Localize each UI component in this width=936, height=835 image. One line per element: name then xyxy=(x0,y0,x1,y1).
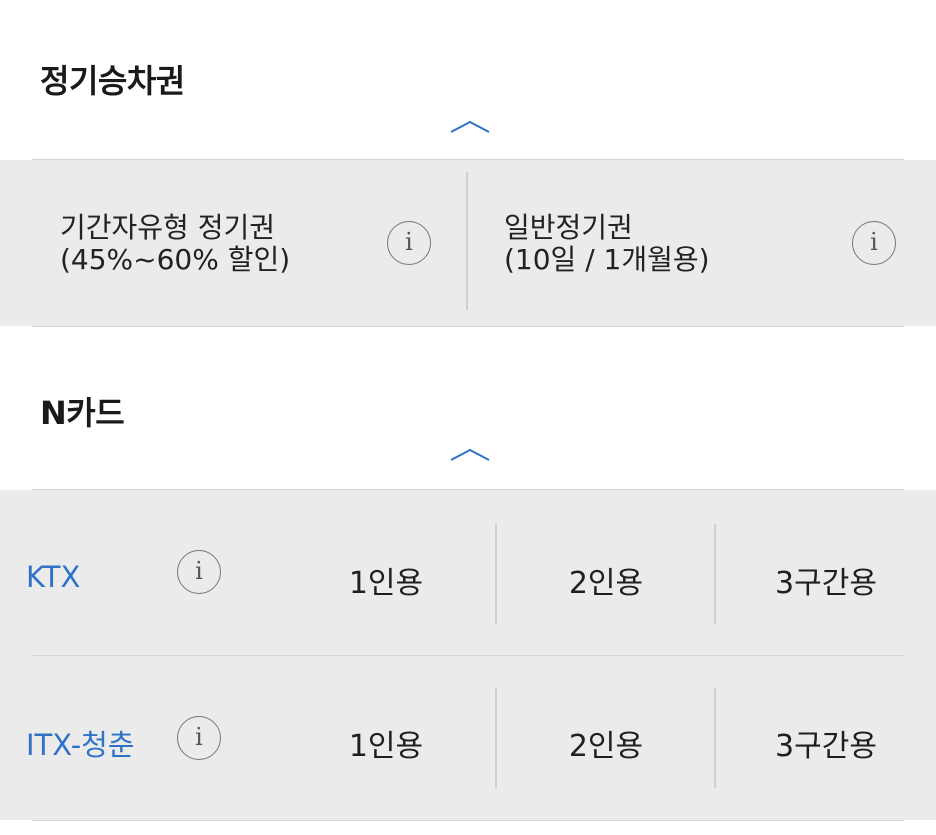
season-pass-options: 기간자유형 정기권 (45%~60% 할인) i 일반정기권 (10일 / 1개… xyxy=(0,160,936,326)
divider xyxy=(32,326,904,327)
collapse-n-card-chevron-up-icon[interactable] xyxy=(449,446,491,468)
season-pass-title: 정기승차권 xyxy=(40,62,185,100)
season-pass-option-title: 기간자유형 정기권 xyxy=(60,211,275,244)
option-3-section[interactable]: 3구간용 xyxy=(716,558,936,602)
n-card-title: N카드 xyxy=(40,394,125,432)
season-pass-option-title: 일반정기권 xyxy=(504,211,633,244)
season-pass-option-general[interactable]: 일반정기권 (10일 / 1개월용) i xyxy=(468,160,936,326)
option-3-section[interactable]: 3구간용 xyxy=(716,721,936,765)
divider xyxy=(32,820,904,821)
season-pass-option-subtitle: (45%~60% 할인) xyxy=(60,243,291,276)
card-name: ITX-청춘 xyxy=(26,728,135,762)
season-pass-option-subtitle: (10일 / 1개월용) xyxy=(504,243,710,276)
card-name: KTX xyxy=(26,560,81,594)
season-pass-option-discount[interactable]: 기간자유형 정기권 (45%~60% 할인) i xyxy=(0,160,468,326)
option-1-person[interactable]: 1인용 xyxy=(276,558,496,602)
info-icon[interactable]: i xyxy=(387,221,431,265)
collapse-season-pass-chevron-up-icon[interactable] xyxy=(449,118,491,140)
option-1-person[interactable]: 1인용 xyxy=(276,721,496,765)
n-card-options: KTX i 1인용 2인용 3구간용 ITX-청춘 i 1인용 2인용 3구간용 xyxy=(0,490,936,820)
n-card-row-itx: ITX-청춘 i 1인용 2인용 3구간용 xyxy=(0,656,936,820)
n-card-row-ktx: KTX i 1인용 2인용 3구간용 xyxy=(0,490,936,655)
info-icon[interactable]: i xyxy=(177,716,221,760)
info-icon[interactable]: i xyxy=(177,550,221,594)
option-2-person[interactable]: 2인용 xyxy=(496,721,716,765)
option-2-person[interactable]: 2인용 xyxy=(496,558,716,602)
info-icon[interactable]: i xyxy=(852,221,896,265)
